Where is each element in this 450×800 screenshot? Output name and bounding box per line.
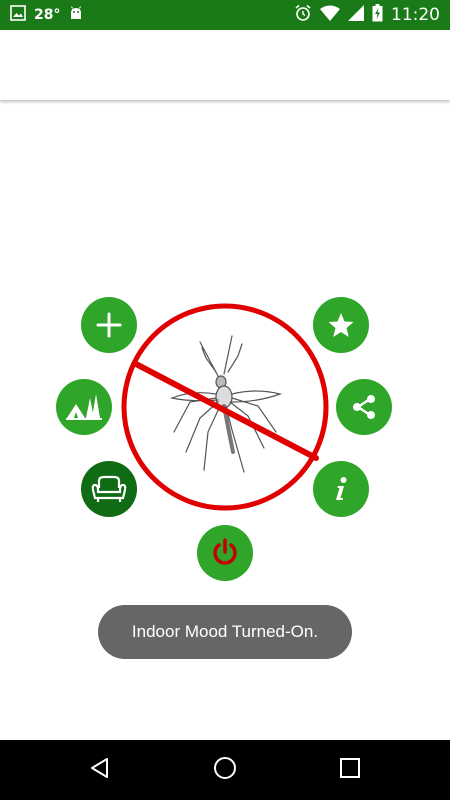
star-icon [327, 311, 355, 339]
android-icon [68, 5, 84, 26]
info-icon [327, 475, 355, 503]
power-button[interactable] [197, 525, 253, 581]
rate-button[interactable] [313, 297, 369, 353]
navigation-bar [0, 740, 450, 800]
wifi-icon [320, 5, 340, 26]
home-icon [213, 756, 237, 785]
status-bar: 28° 11:20 [0, 0, 450, 30]
status-bar-right: 11:20 [294, 0, 440, 30]
back-icon [89, 757, 111, 784]
alarm-icon [294, 4, 312, 27]
status-bar-left: 28° [10, 0, 84, 30]
outdoor-mode-button[interactable] [56, 379, 112, 435]
home-button[interactable] [210, 755, 240, 785]
back-button[interactable] [85, 755, 115, 785]
camping-tent-icon [66, 392, 102, 422]
status-time: 11:20 [391, 5, 440, 25]
app-bar [0, 30, 450, 100]
plus-icon [95, 311, 123, 339]
info-button[interactable] [313, 461, 369, 517]
toast-message: Indoor Mood Turned-On. [98, 605, 352, 659]
battery-charging-icon [372, 3, 383, 27]
share-icon [350, 393, 378, 421]
signal-icon [348, 4, 364, 26]
recents-button[interactable] [335, 755, 365, 785]
no-mosquito-icon [120, 302, 330, 512]
image-icon [10, 4, 26, 26]
temperature-text: 28° [34, 7, 61, 23]
power-icon [209, 537, 241, 569]
share-button[interactable] [336, 379, 392, 435]
recents-icon [340, 757, 360, 783]
